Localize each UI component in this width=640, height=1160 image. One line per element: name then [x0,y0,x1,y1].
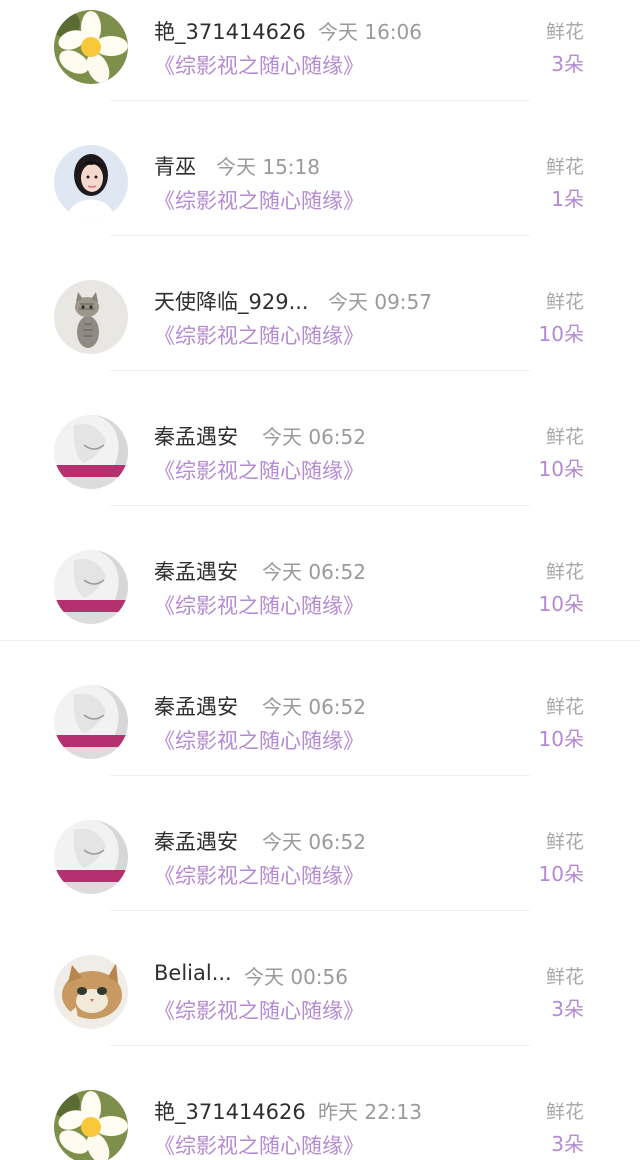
gift-type-label: 鲜花 [545,426,584,448]
work-title-link[interactable]: 《综影视之随心随缘》 [154,590,364,620]
list-item[interactable]: Belial... 今天 00:56 《综影视之随心随缘》 鲜花 3朵 [0,945,640,1080]
avatar[interactable] [54,1090,128,1160]
work-title-link[interactable]: 《综影视之随心随缘》 [154,860,364,890]
work-title-link[interactable]: 《综影视之随心随缘》 [154,185,364,215]
flower-count: 3朵 [551,52,584,76]
flower-gift-list: 艳_371414626 今天 16:06 《综影视之随心随缘》 鲜花 3朵 青巫… [0,0,640,1160]
gift-type-label: 鲜花 [545,966,584,988]
divider [110,505,530,506]
avatar[interactable] [54,820,128,894]
gift-type-label: 鲜花 [545,831,584,853]
flower-count: 10朵 [538,322,584,346]
divider [110,1045,530,1046]
list-item[interactable]: 秦孟遇安 今天 06:52 《综影视之随心随缘》 鲜花 10朵 [0,405,640,540]
divider [110,910,530,911]
username[interactable]: 艳_371414626 [154,1096,306,1126]
flower-avatar-icon [54,1090,128,1160]
divider [110,100,530,101]
timestamp: 今天 06:52 [262,425,366,449]
avatar[interactable] [54,415,128,489]
username[interactable]: 艳_371414626 [154,16,306,46]
flower-count: 10朵 [538,727,584,751]
work-title-link[interactable]: 《综影视之随心随缘》 [154,455,364,485]
avatar[interactable] [54,280,128,354]
bw-portrait-avatar-icon [54,820,128,894]
timestamp: 今天 16:06 [318,20,422,44]
list-item[interactable]: 青巫 今天 15:18 《综影视之随心随缘》 鲜花 1朵 [0,135,640,270]
divider [110,235,530,236]
bw-portrait-avatar-icon [54,415,128,489]
username[interactable]: 秦孟遇安 [154,556,238,586]
gift-type-label: 鲜花 [545,1101,584,1123]
timestamp: 昨天 22:13 [318,1100,422,1124]
avatar[interactable] [54,685,128,759]
divider [110,775,530,776]
username[interactable]: 秦孟遇安 [154,421,238,451]
timestamp: 今天 15:18 [216,155,320,179]
flower-count: 3朵 [551,1132,584,1156]
flower-count: 3朵 [551,997,584,1021]
bw-portrait-avatar-icon [54,550,128,624]
flower-count: 10朵 [538,457,584,481]
flower-count: 10朵 [538,592,584,616]
timestamp: 今天 06:52 [262,695,366,719]
timestamp: 今天 06:52 [262,830,366,854]
avatar[interactable] [54,145,128,219]
work-title-link[interactable]: 《综影视之随心随缘》 [154,725,364,755]
list-item[interactable]: 艳_371414626 昨天 22:13 《综影视之随心随缘》 鲜花 3朵 [0,1080,640,1160]
divider [110,370,530,371]
divider [0,640,640,641]
cat-avatar-icon [54,955,128,1029]
timestamp: 今天 09:57 [328,290,432,314]
username[interactable]: 秦孟遇安 [154,826,238,856]
list-item[interactable]: 秦孟遇安 今天 06:52 《综影视之随心随缘》 鲜花 10朵 [0,540,640,675]
gift-type-label: 鲜花 [545,561,584,583]
username[interactable]: 天使降临_929... [154,286,309,316]
username[interactable]: Belial... [154,961,232,985]
list-item[interactable]: 艳_371414626 今天 16:06 《综影视之随心随缘》 鲜花 3朵 [0,0,640,135]
portrait-avatar-icon [54,145,128,219]
flower-count: 10朵 [538,862,584,886]
gift-type-label: 鲜花 [545,21,584,43]
gift-type-label: 鲜花 [545,291,584,313]
avatar[interactable] [54,955,128,1029]
work-title-link[interactable]: 《综影视之随心随缘》 [154,50,364,80]
list-item[interactable]: 秦孟遇安 今天 06:52 《综影视之随心随缘》 鲜花 10朵 [0,675,640,810]
bw-portrait-avatar-icon [54,685,128,759]
gift-type-label: 鲜花 [545,696,584,718]
flower-avatar-icon [54,10,128,84]
list-item[interactable]: 天使降临_929... 今天 09:57 《综影视之随心随缘》 鲜花 10朵 [0,270,640,405]
avatar[interactable] [54,10,128,84]
work-title-link[interactable]: 《综影视之随心随缘》 [154,320,364,350]
avatar[interactable] [54,550,128,624]
kitten-avatar-icon [54,280,128,354]
username[interactable]: 秦孟遇安 [154,691,238,721]
work-title-link[interactable]: 《综影视之随心随缘》 [154,1130,364,1160]
timestamp: 今天 00:56 [244,965,348,989]
gift-type-label: 鲜花 [545,156,584,178]
timestamp: 今天 06:52 [262,560,366,584]
work-title-link[interactable]: 《综影视之随心随缘》 [154,995,364,1025]
list-item[interactable]: 秦孟遇安 今天 06:52 《综影视之随心随缘》 鲜花 10朵 [0,810,640,945]
flower-count: 1朵 [551,187,584,211]
username[interactable]: 青巫 [154,151,196,181]
